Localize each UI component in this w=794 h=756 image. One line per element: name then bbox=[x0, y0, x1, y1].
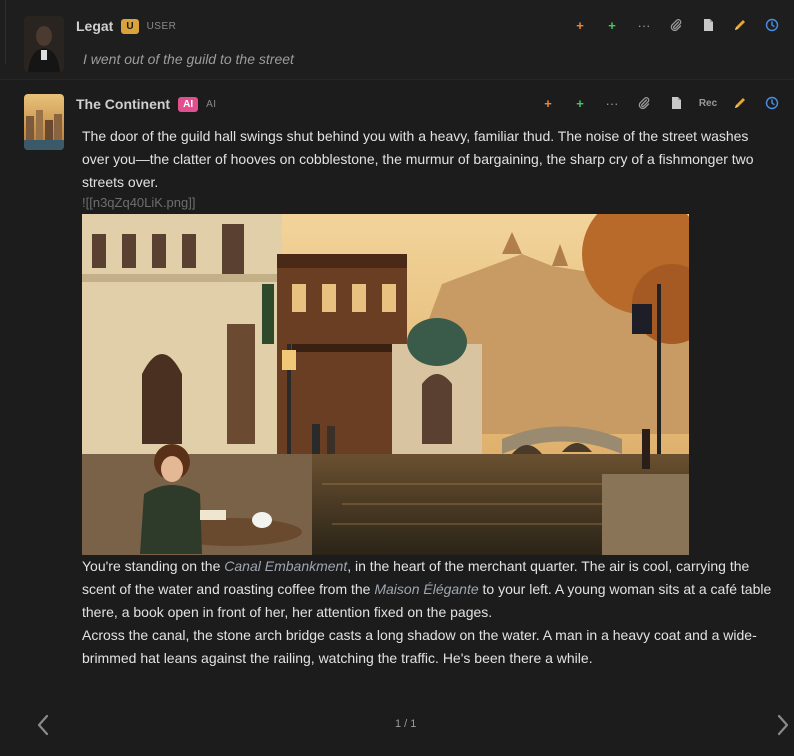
paragraph: Across the canal, the stone arch bridge … bbox=[82, 627, 757, 666]
document-icon[interactable] bbox=[692, 14, 724, 36]
chevron-left-icon[interactable] bbox=[34, 712, 54, 738]
edit-icon[interactable] bbox=[724, 92, 756, 114]
user-badge: U bbox=[121, 18, 139, 34]
message-actions: + + ··· Rec bbox=[532, 92, 788, 114]
scene-image[interactable] bbox=[82, 214, 689, 555]
attach-icon[interactable] bbox=[660, 14, 692, 36]
paragraph: You're standing on the Canal Embankment,… bbox=[82, 555, 772, 624]
paragraph: The door of the guild hall swings shut b… bbox=[82, 128, 754, 190]
plus-green-icon[interactable]: + bbox=[596, 14, 628, 36]
avatar[interactable] bbox=[24, 16, 64, 72]
role-label: AI bbox=[206, 98, 217, 110]
ai-message-body: The door of the guild hall swings shut b… bbox=[82, 125, 772, 670]
attach-icon[interactable] bbox=[628, 92, 660, 114]
chevron-right-icon[interactable] bbox=[772, 712, 792, 738]
ai-message: The Continent AI AI + + ··· Rec The door… bbox=[0, 80, 794, 756]
message-actions: + + ··· bbox=[564, 14, 788, 36]
user-message: Legat U USER + + ··· I went out of the g… bbox=[0, 0, 794, 80]
history-icon[interactable] bbox=[756, 92, 788, 114]
paragraph-text: You're standing on the bbox=[82, 558, 225, 574]
more-icon[interactable]: ··· bbox=[628, 14, 660, 36]
image-reference: ![[n3qZq40LiK.png]] bbox=[82, 195, 196, 210]
ai-badge: AI bbox=[178, 96, 199, 112]
history-icon[interactable] bbox=[756, 14, 788, 36]
more-icon[interactable]: ··· bbox=[596, 92, 628, 114]
user-message-text: I went out of the guild to the street bbox=[83, 51, 294, 67]
role-label: USER bbox=[146, 20, 177, 32]
plus-orange-icon[interactable]: + bbox=[532, 92, 564, 114]
plus-orange-icon[interactable]: + bbox=[564, 14, 596, 36]
author-name: Legat bbox=[76, 18, 114, 34]
page-indicator: 1 / 1 bbox=[395, 718, 417, 730]
edit-icon[interactable] bbox=[724, 14, 756, 36]
place-name[interactable]: Maison Élégante bbox=[374, 581, 478, 597]
record-button[interactable]: Rec bbox=[692, 92, 724, 114]
place-name[interactable]: Canal Embankment bbox=[224, 558, 347, 574]
plus-green-icon[interactable]: + bbox=[564, 92, 596, 114]
document-icon[interactable] bbox=[660, 92, 692, 114]
message-accent bbox=[0, 0, 6, 64]
avatar[interactable] bbox=[24, 94, 64, 150]
author-name: The Continent bbox=[76, 96, 171, 112]
